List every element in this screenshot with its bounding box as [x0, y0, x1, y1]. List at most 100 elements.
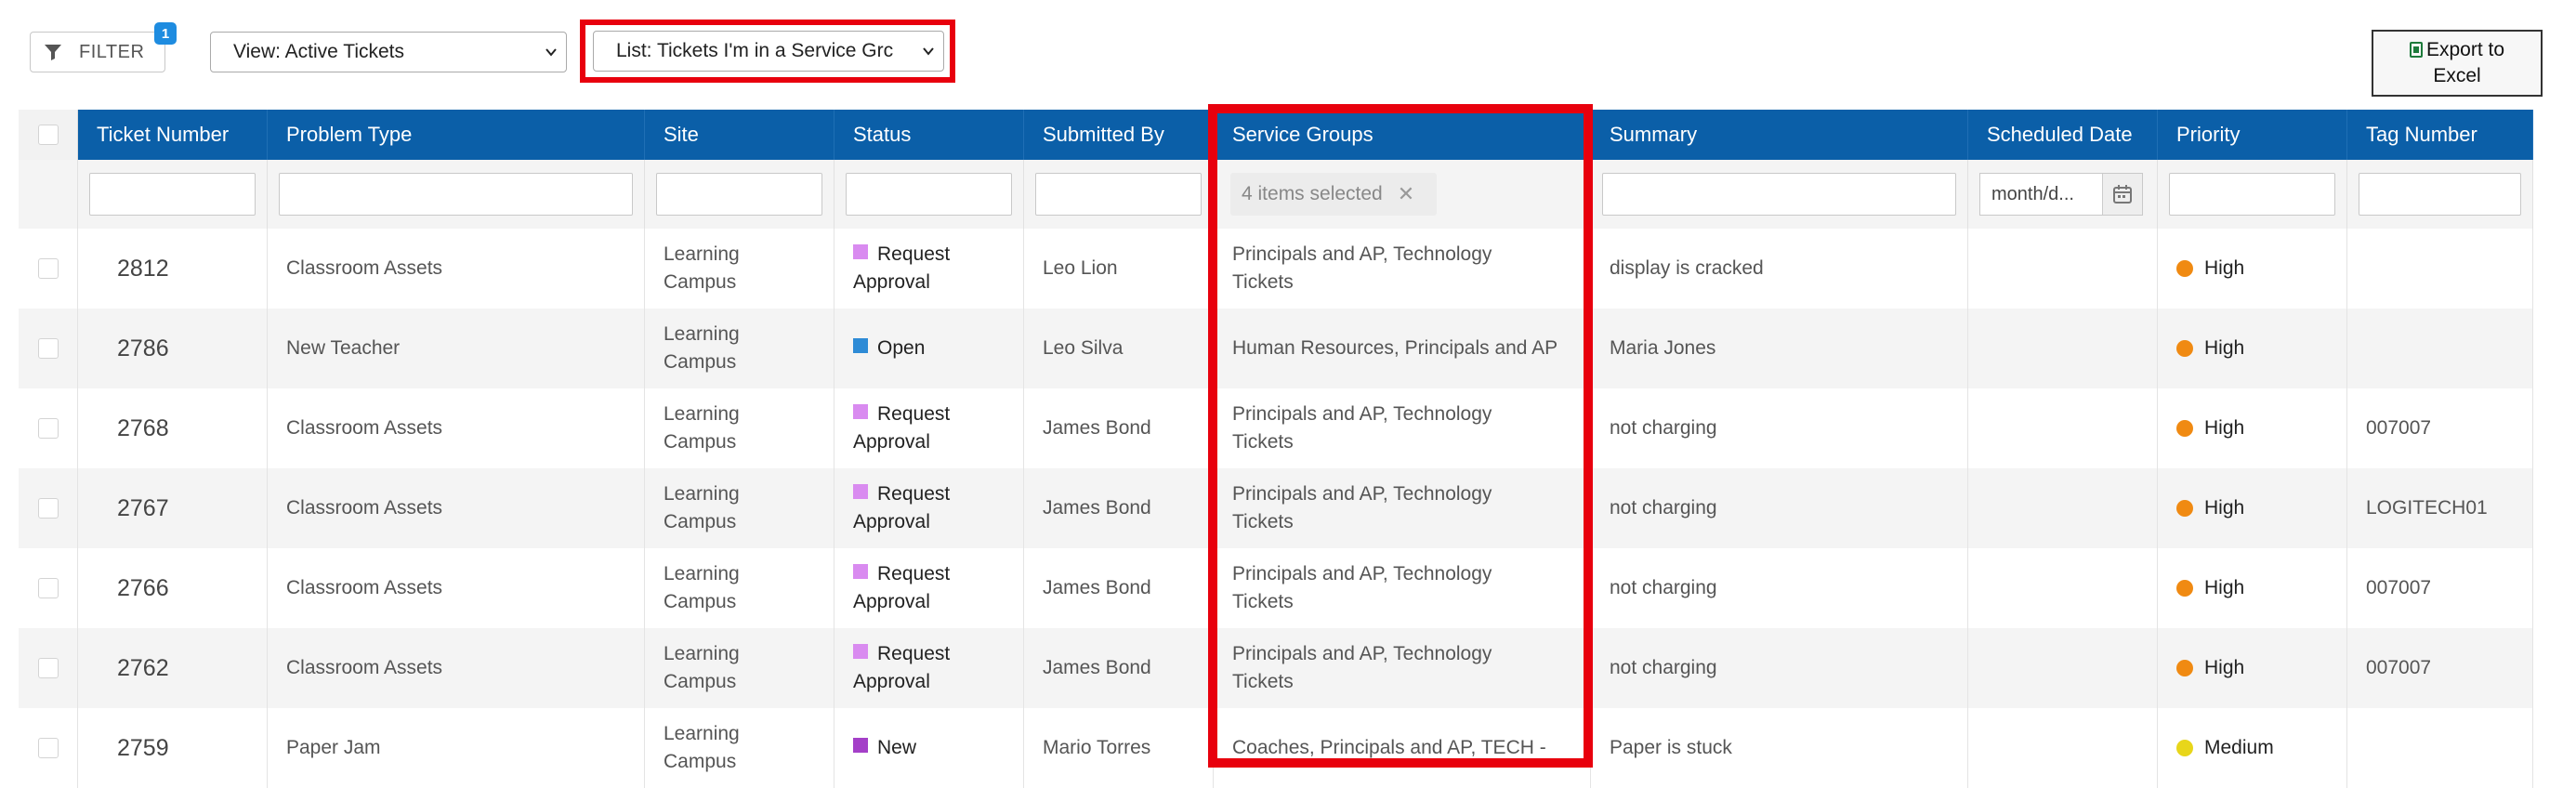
status-color-swatch: [853, 484, 868, 499]
problem-type: Classroom Assets: [286, 257, 443, 279]
column-header-submitted-by[interactable]: Submitted By: [1024, 110, 1214, 160]
tag-number: 007007: [2366, 417, 2432, 439]
ticket-number-cell[interactable]: 2812: [78, 229, 268, 309]
priority-dot: [2176, 740, 2193, 756]
scheduled-date-cell: [1968, 468, 2158, 548]
column-header-summary[interactable]: Summary: [1591, 110, 1968, 160]
service-groups-line1: Principals and AP, Technology: [1232, 643, 1492, 664]
table-row[interactable]: 2766 Classroom Assets Learning Campus Reques…: [19, 548, 2533, 628]
tag-number-cell: [2347, 229, 2533, 309]
site-cell: Learning Campus: [645, 229, 835, 309]
table-row[interactable]: 2812 Classroom Assets Learning Campus Reques…: [19, 229, 2533, 309]
ticket-number-cell[interactable]: 2786: [78, 309, 268, 388]
column-header-status[interactable]: Status: [835, 110, 1024, 160]
service-groups-line1: Principals and AP, Technology: [1232, 403, 1492, 425]
ticket-number-filter-input[interactable]: [89, 173, 256, 216]
row-checkbox[interactable]: [37, 418, 59, 439]
problem-type-filter-input[interactable]: [279, 173, 633, 216]
table-row[interactable]: 2762 Classroom Assets Learning Campus Reques…: [19, 628, 2533, 708]
table-row[interactable]: 2768 Classroom Assets Learning Campus Reques…: [19, 388, 2533, 468]
table-row[interactable]: 2786 New Teacher Learning Campus Open Leo Sil…: [19, 309, 2533, 388]
status-text: Request Approval: [853, 640, 950, 696]
filter-cell: [645, 160, 835, 229]
service-groups-line2: Tickets: [1232, 271, 1294, 293]
select-all-checkbox[interactable]: [37, 125, 59, 145]
column-header-scheduled-date[interactable]: Scheduled Date: [1968, 110, 2158, 160]
problem-type-cell: Classroom Assets: [268, 628, 645, 708]
ticket-number-cell[interactable]: 2759: [78, 708, 268, 788]
row-checkbox[interactable]: [37, 738, 59, 758]
column-header-ticket-number[interactable]: Ticket Number: [78, 110, 268, 160]
filter-button-label: FILTER: [79, 41, 145, 62]
summary: not charging: [1610, 577, 1717, 598]
column-header-site[interactable]: Site: [645, 110, 835, 160]
column-header-priority[interactable]: Priority: [2158, 110, 2347, 160]
ticket-number: 2768: [117, 415, 169, 441]
site-line2: Campus: [664, 751, 737, 772]
column-header-service-groups[interactable]: Service Groups: [1214, 110, 1591, 160]
status-text: Request Approval: [853, 480, 950, 536]
summary: Paper is stuck: [1610, 737, 1732, 758]
priority-dot: [2176, 660, 2193, 676]
priority-indicator: High: [2176, 494, 2244, 522]
problem-type-cell: Classroom Assets: [268, 548, 645, 628]
tag-number-cell: LOGITECH01: [2347, 468, 2533, 548]
status-color-swatch: [853, 404, 868, 419]
row-checkbox[interactable]: [37, 338, 59, 359]
priority-cell: High: [2158, 548, 2347, 628]
tag-number-cell: 007007: [2347, 388, 2533, 468]
priority-label: High: [2204, 657, 2245, 678]
site-line2: Campus: [664, 271, 737, 293]
tag-number-filter-input[interactable]: [2359, 173, 2521, 216]
summary-cell: not charging: [1591, 548, 1968, 628]
site-text: Learning Campus: [664, 560, 740, 616]
priority-cell: High: [2158, 468, 2347, 548]
problem-type: Classroom Assets: [286, 497, 443, 519]
toolbar: FILTER 1 View: Active Tickets List: Tick…: [0, 0, 2576, 102]
priority-indicator: High: [2176, 654, 2244, 682]
column-header-problem-type[interactable]: Problem Type: [268, 110, 645, 160]
scheduled-date-cell: [1968, 548, 2158, 628]
ticket-number-cell[interactable]: 2762: [78, 628, 268, 708]
priority-indicator: Medium: [2176, 734, 2274, 762]
site-filter-input[interactable]: [656, 173, 822, 216]
submitted-by-filter-input[interactable]: [1035, 173, 1202, 216]
view-select[interactable]: View: Active Tickets: [210, 32, 567, 72]
service-groups-text: Principals and AP, Technology Tickets: [1232, 241, 1492, 296]
clear-icon[interactable]: ✕: [1398, 182, 1414, 206]
summary-cell: not charging: [1591, 628, 1968, 708]
service-groups-line1: Human Resources, Principals and AP: [1232, 337, 1558, 359]
status-filter-input[interactable]: [846, 173, 1012, 216]
ticket-number-cell[interactable]: 2766: [78, 548, 268, 628]
service-groups-cell: Principals and AP, Technology Tickets: [1214, 388, 1591, 468]
status-line1: Request: [877, 643, 951, 664]
table-row[interactable]: 2759 Paper Jam Learning Campus New Mario Torr…: [19, 708, 2533, 788]
calendar-icon[interactable]: [2102, 174, 2142, 215]
column-header-tag-number[interactable]: Tag Number: [2347, 110, 2533, 160]
summary-filter-input[interactable]: [1602, 173, 1956, 216]
tag-number-cell: [2347, 309, 2533, 388]
scheduled-date-filter-input[interactable]: month/d...: [1979, 173, 2143, 216]
row-checkbox[interactable]: [37, 578, 59, 598]
row-checkbox[interactable]: [37, 498, 59, 519]
row-checkbox[interactable]: [37, 258, 59, 279]
priority-label: High: [2204, 417, 2245, 439]
export-to-excel-button[interactable]: Export to Excel: [2372, 30, 2543, 97]
service-groups-multiselect[interactable]: 4 items selected ✕: [1230, 173, 1437, 216]
submitted-by: Mario Torres: [1043, 737, 1151, 758]
filter-cell: [78, 160, 268, 229]
status-color-swatch: [853, 338, 868, 353]
filter-icon: [45, 45, 61, 60]
status-text: Request Approval: [853, 401, 950, 456]
table-row[interactable]: 2767 Classroom Assets Learning Campus Reques…: [19, 468, 2533, 548]
filter-button[interactable]: FILTER: [30, 32, 165, 72]
row-checkbox[interactable]: [37, 658, 59, 678]
filter-cell: [835, 160, 1024, 229]
submitted-by-cell: Mario Torres: [1024, 708, 1214, 788]
status-line2: Approval: [853, 591, 930, 612]
ticket-number-cell[interactable]: 2768: [78, 388, 268, 468]
site-text: Learning Campus: [664, 640, 740, 696]
priority-filter-input[interactable]: [2169, 173, 2335, 216]
problem-type-cell: Classroom Assets: [268, 468, 645, 548]
ticket-number-cell[interactable]: 2767: [78, 468, 268, 548]
